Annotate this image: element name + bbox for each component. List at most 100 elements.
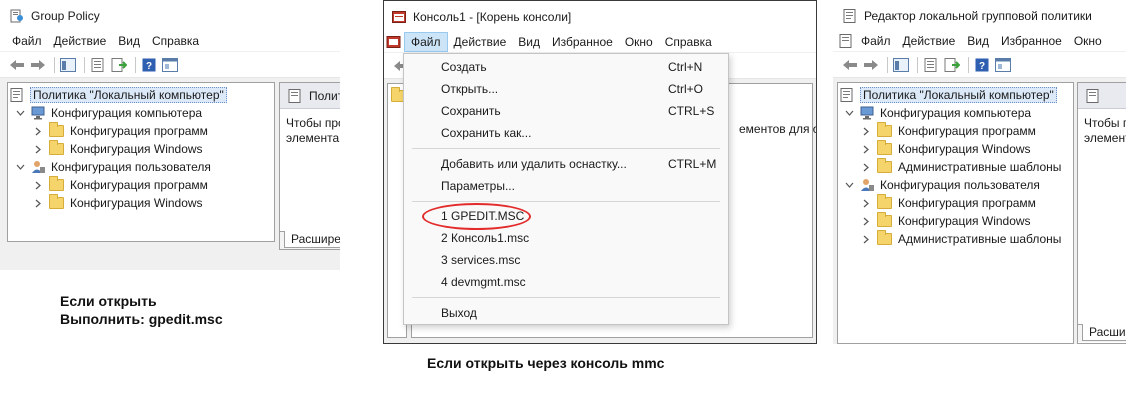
console-window-icon[interactable] bbox=[161, 57, 179, 73]
tree-node-user-windows-settings[interactable]: Конфигурация Windows bbox=[32, 194, 203, 212]
show-hide-tree-icon[interactable] bbox=[892, 57, 910, 73]
menu-item-recent-services[interactable]: 3 services.msc bbox=[404, 249, 728, 271]
tree-node-label: Административные шаблоны bbox=[898, 160, 1062, 174]
tree-node-admin-templates[interactable]: Административные шаблоны bbox=[860, 158, 1061, 176]
mmc-system-menu-icon[interactable] bbox=[386, 35, 402, 49]
menu-item-label: 2 Консоль1.msc bbox=[441, 231, 530, 245]
help-icon[interactable]: ? bbox=[973, 57, 991, 73]
tree-node-user-software-settings[interactable]: Конфигурация программ bbox=[860, 194, 1036, 212]
chevron-right-icon[interactable] bbox=[860, 233, 872, 245]
tab-extended[interactable]: Расширен bbox=[284, 231, 340, 248]
menu-window[interactable]: Окно bbox=[619, 33, 659, 51]
forward-arrow-icon[interactable] bbox=[862, 57, 880, 73]
chevron-down-icon[interactable] bbox=[843, 179, 855, 191]
menu-item-label: Открыть... bbox=[441, 82, 499, 96]
menu-item-exit[interactable]: Выход bbox=[404, 302, 728, 324]
menu-item-save-as[interactable]: Сохранить как... bbox=[404, 122, 728, 144]
chevron-right-icon[interactable] bbox=[860, 125, 872, 137]
tree-node-windows-settings[interactable]: Конфигурация Windows bbox=[860, 140, 1031, 158]
menu-file[interactable]: Файл bbox=[404, 32, 448, 52]
chevron-right-icon[interactable] bbox=[32, 179, 44, 191]
gpedit-system-menu-icon[interactable] bbox=[839, 34, 853, 48]
tree-node-user-admin-templates[interactable]: Административные шаблоны bbox=[860, 230, 1061, 248]
properties-icon[interactable] bbox=[922, 57, 940, 73]
tree-node-user-config[interactable]: Конфигурация пользователя bbox=[14, 158, 211, 176]
menu-view[interactable]: Вид bbox=[961, 32, 995, 50]
menu-item-label: Сохранить как... bbox=[441, 126, 532, 140]
policy-icon bbox=[10, 88, 23, 102]
chevron-down-icon[interactable] bbox=[843, 107, 855, 119]
show-hide-tree-icon[interactable] bbox=[59, 57, 77, 73]
menu-item-recent-console1[interactable]: 2 Консоль1.msc bbox=[404, 227, 728, 249]
policy-tree: Политика "Локальный компьютер" Конфигура… bbox=[837, 82, 1074, 344]
chevron-right-icon[interactable] bbox=[860, 215, 872, 227]
menu-item-add-remove-snapin[interactable]: Добавить или удалить оснастку... CTRL+M bbox=[404, 153, 728, 175]
chevron-right-icon[interactable] bbox=[32, 197, 44, 209]
tree-node-computer-config[interactable]: Конфигурация компьютера bbox=[14, 104, 202, 122]
chevron-right-icon[interactable] bbox=[32, 125, 44, 137]
console-window-icon[interactable] bbox=[994, 57, 1012, 73]
menu-bar: Файл Действие Вид Избранное Окно bbox=[833, 31, 1126, 51]
menu-item-recent-devmgmt[interactable]: 4 devmgmt.msc bbox=[404, 271, 728, 293]
menu-favorites[interactable]: Избранное bbox=[546, 33, 619, 51]
user-icon bbox=[861, 179, 874, 191]
tree-node-label: Конфигурация Windows bbox=[70, 142, 203, 156]
menu-item-label: 4 devmgmt.msc bbox=[441, 275, 526, 289]
policy-icon bbox=[1086, 88, 1099, 103]
tree-node-label: Конфигурация Windows bbox=[70, 196, 203, 210]
details-header-label: Полит bbox=[309, 88, 340, 103]
menu-favorites[interactable]: Избранное bbox=[995, 32, 1068, 50]
menu-help[interactable]: Справка bbox=[659, 33, 718, 51]
menu-item-save[interactable]: Сохранить CTRL+S bbox=[404, 100, 728, 122]
chevron-down-icon[interactable] bbox=[14, 107, 26, 119]
help-icon[interactable]: ? bbox=[140, 57, 158, 73]
tree-node-label: Административные шаблоны bbox=[898, 232, 1062, 246]
caption-line: Выполнить: gpedit.msc bbox=[60, 311, 223, 327]
details-panel: Полит Чтобы про элемента, Расширен bbox=[279, 82, 340, 250]
menu-item-open[interactable]: Открыть... Ctrl+O bbox=[404, 78, 728, 100]
menu-file[interactable]: Файл bbox=[855, 32, 897, 50]
tree-node-user-windows-settings[interactable]: Конфигурация Windows bbox=[860, 212, 1031, 230]
tree-node-label: Конфигурация программ bbox=[70, 124, 208, 138]
menu-file[interactable]: Файл bbox=[6, 32, 48, 50]
menu-window[interactable]: Окно bbox=[1068, 32, 1108, 50]
chevron-down-icon[interactable] bbox=[14, 161, 26, 173]
details-panel: Чтобы п элемент Расшир bbox=[1077, 82, 1126, 344]
menu-action[interactable]: Действие bbox=[897, 32, 962, 50]
caption-mmc: Если открыть через консоль mmc bbox=[427, 355, 665, 371]
menu-item-shortcut: Ctrl+N bbox=[668, 60, 703, 74]
menu-item-label: Сохранить bbox=[441, 104, 501, 118]
toolbar: ? bbox=[833, 52, 1126, 78]
chevron-right-icon[interactable] bbox=[860, 143, 872, 155]
menu-help[interactable]: Справка bbox=[146, 32, 205, 50]
menu-action[interactable]: Действие bbox=[448, 33, 513, 51]
tree-node-computer-config[interactable]: Конфигурация компьютера bbox=[843, 104, 1031, 122]
computer-icon bbox=[860, 106, 874, 120]
tree-node-software-settings[interactable]: Конфигурация программ bbox=[32, 122, 208, 140]
tree-node-software-settings[interactable]: Конфигурация программ bbox=[860, 122, 1036, 140]
forward-arrow-icon[interactable] bbox=[29, 57, 47, 73]
menu-view[interactable]: Вид bbox=[512, 33, 546, 51]
menu-view[interactable]: Вид bbox=[112, 32, 146, 50]
toolbar-divider bbox=[135, 56, 136, 73]
back-arrow-icon[interactable] bbox=[841, 57, 859, 73]
properties-icon[interactable] bbox=[89, 57, 107, 73]
chevron-right-icon[interactable] bbox=[860, 197, 872, 209]
export-list-icon[interactable] bbox=[943, 57, 961, 73]
folder-icon bbox=[877, 194, 892, 209]
tree-node-root[interactable]: Политика "Локальный компьютер" bbox=[840, 86, 1057, 104]
menu-item-shortcut: CTRL+M bbox=[668, 157, 717, 171]
menu-action[interactable]: Действие bbox=[48, 32, 113, 50]
tab-extended[interactable]: Расшир bbox=[1082, 324, 1126, 341]
back-arrow-icon[interactable] bbox=[8, 57, 26, 73]
chevron-right-icon[interactable] bbox=[860, 161, 872, 173]
menu-item-new[interactable]: Создать Ctrl+N bbox=[404, 56, 728, 78]
tree-node-windows-settings[interactable]: Конфигурация Windows bbox=[32, 140, 203, 158]
tree-node-user-software-settings[interactable]: Конфигурация программ bbox=[32, 176, 208, 194]
menu-item-options[interactable]: Параметры... bbox=[404, 175, 728, 197]
export-list-icon[interactable] bbox=[110, 57, 128, 73]
tree-node-root[interactable]: Политика "Локальный компьютер" bbox=[10, 86, 227, 104]
tree-node-user-config[interactable]: Конфигурация пользователя bbox=[843, 176, 1040, 194]
toolbar-divider bbox=[917, 56, 918, 73]
chevron-right-icon[interactable] bbox=[32, 143, 44, 155]
